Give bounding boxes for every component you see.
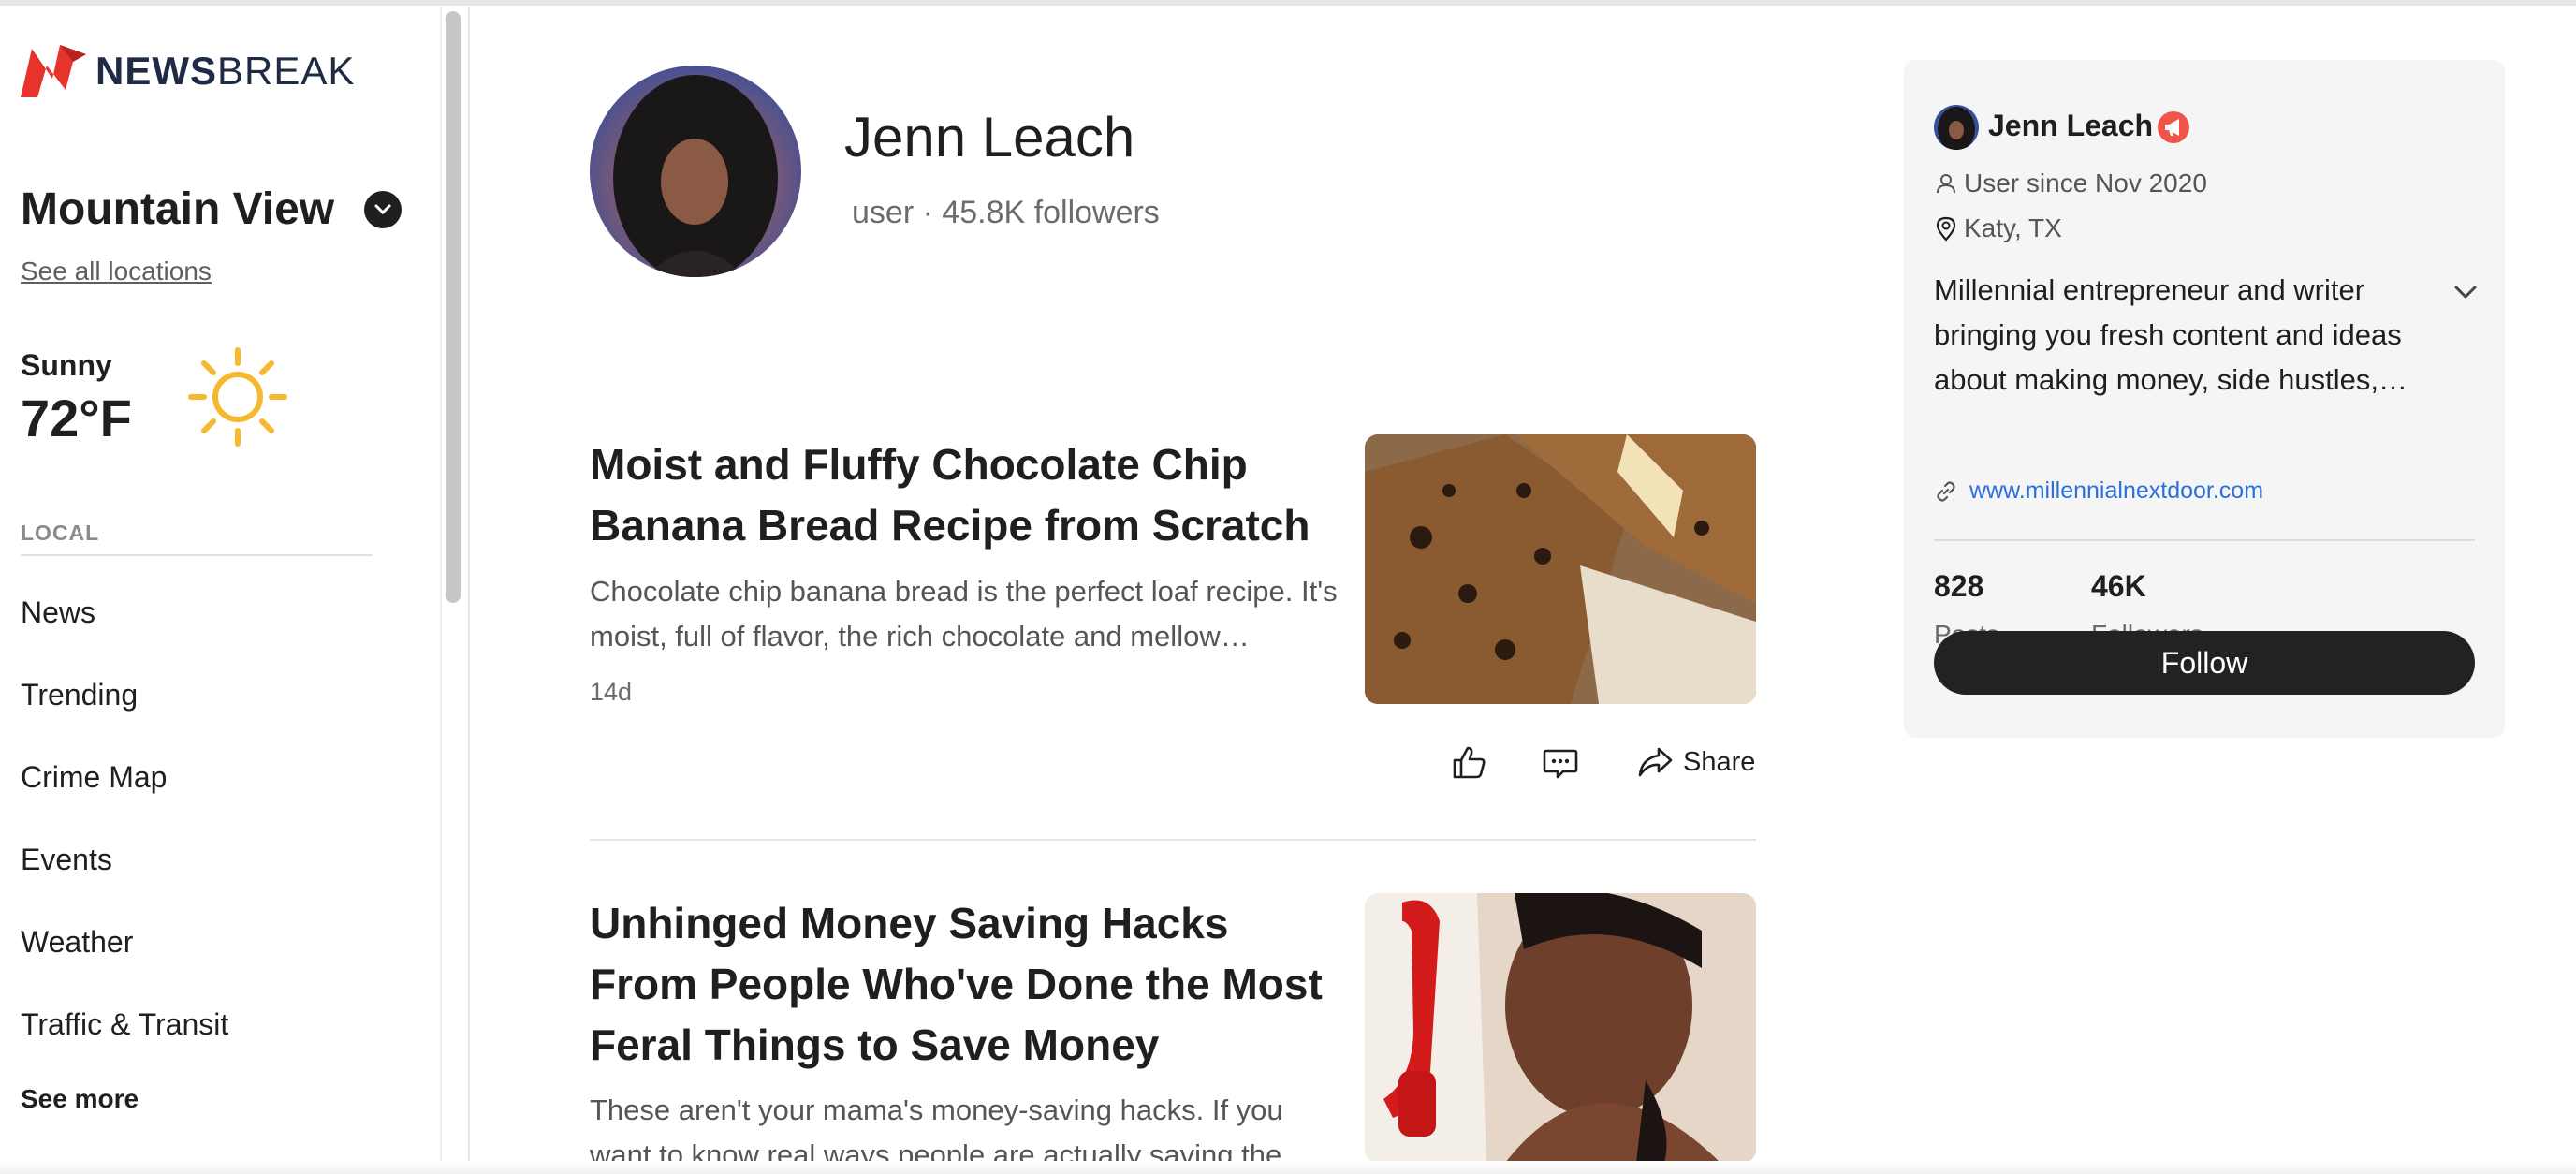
sidebar-item-news[interactable]: News bbox=[21, 595, 95, 630]
article-thumbnail[interactable] bbox=[1365, 434, 1756, 704]
share-button[interactable]: Share bbox=[1636, 743, 1755, 781]
comment-icon bbox=[1543, 749, 1578, 779]
woman-phone-image bbox=[1365, 893, 1756, 1163]
card-avatar-image bbox=[1934, 105, 1979, 150]
location-pin-icon bbox=[1936, 216, 1956, 242]
see-more-link[interactable]: See more bbox=[21, 1084, 139, 1114]
article-divider bbox=[590, 839, 1756, 841]
sidebar bbox=[0, 7, 440, 1174]
sidebar-item-crime-map[interactable]: Crime Map bbox=[21, 760, 167, 795]
see-all-locations-link[interactable]: See all locations bbox=[21, 257, 212, 286]
follow-button[interactable]: Follow bbox=[1934, 631, 2475, 695]
user-bio: Millennial entrepreneur and writer bring… bbox=[1934, 273, 2408, 396]
article-title[interactable]: Moist and Fluffy Chocolate Chip Banana B… bbox=[590, 434, 1339, 556]
local-divider bbox=[21, 554, 373, 556]
weather-temperature: 72°F bbox=[21, 389, 132, 448]
article-thumbnail[interactable] bbox=[1365, 893, 1756, 1163]
website-row: www.millennialnextdoor.com bbox=[1934, 477, 2263, 505]
sidebar-item-events[interactable]: Events bbox=[21, 843, 112, 877]
content-divider bbox=[468, 7, 470, 1174]
website-link[interactable]: www.millennialnextdoor.com bbox=[1969, 477, 2263, 505]
like-button[interactable] bbox=[1449, 743, 1488, 783]
profile-avatar-image bbox=[590, 66, 801, 277]
sidebar-item-trending[interactable]: Trending bbox=[21, 678, 138, 712]
logo-wordmark: NEWSBREAK bbox=[95, 49, 356, 93]
location-selector[interactable]: Mountain View bbox=[21, 183, 402, 235]
chevron-down-icon[interactable] bbox=[2451, 277, 2481, 307]
location-name: Mountain View bbox=[21, 184, 335, 234]
article-age: 14d bbox=[590, 678, 633, 706]
followers-count: 46K bbox=[2091, 569, 2146, 603]
newsbreak-logo[interactable]: NEWSBREAK bbox=[19, 41, 355, 101]
profile-avatar bbox=[590, 66, 801, 277]
sidebar-scrollbar[interactable] bbox=[446, 11, 461, 603]
user-location: Katy, TX bbox=[1964, 213, 2062, 242]
link-icon bbox=[1937, 480, 1955, 502]
thumbs-up-icon bbox=[1453, 746, 1486, 779]
card-avatar bbox=[1934, 105, 1979, 150]
user-icon bbox=[1937, 174, 1955, 194]
banana-bread-image bbox=[1365, 434, 1756, 704]
weather-condition: Sunny bbox=[21, 348, 112, 382]
local-section-header: LOCAL bbox=[21, 521, 100, 545]
top-rule bbox=[0, 0, 2576, 6]
sidebar-divider bbox=[440, 7, 442, 1174]
comment-button[interactable] bbox=[1541, 743, 1580, 783]
newsbreak-logo-icon bbox=[21, 45, 86, 97]
user-since-row: User since Nov 2020 bbox=[1934, 169, 2207, 198]
sidebar-item-traffic-transit[interactable]: Traffic & Transit bbox=[21, 1007, 228, 1042]
share-label: Share bbox=[1683, 746, 1756, 777]
megaphone-icon bbox=[2158, 111, 2189, 143]
profile-name: Jenn Leach bbox=[844, 106, 1135, 169]
location-row: Katy, TX bbox=[1934, 213, 2062, 243]
posts-count: 828 bbox=[1934, 569, 1984, 603]
article-snippet: Chocolate chip banana bread is the perfe… bbox=[590, 575, 1338, 653]
card-name: Jenn Leach bbox=[1988, 109, 2154, 142]
user-since: User since Nov 2020 bbox=[1964, 169, 2207, 198]
profile-card: Jenn Leach User since Nov 2020 Katy, TX … bbox=[1904, 60, 2505, 738]
sun-icon bbox=[188, 347, 287, 447]
bottom-edge bbox=[0, 1161, 2576, 1174]
sidebar-item-weather[interactable]: Weather bbox=[21, 925, 133, 960]
card-divider bbox=[1934, 539, 2475, 541]
chevron-down-icon[interactable] bbox=[364, 190, 402, 228]
share-icon bbox=[1638, 747, 1673, 777]
article-title[interactable]: Unhinged Money Saving Hacks From People … bbox=[590, 893, 1339, 1076]
profile-meta: user · 45.8K followers bbox=[852, 195, 1160, 230]
